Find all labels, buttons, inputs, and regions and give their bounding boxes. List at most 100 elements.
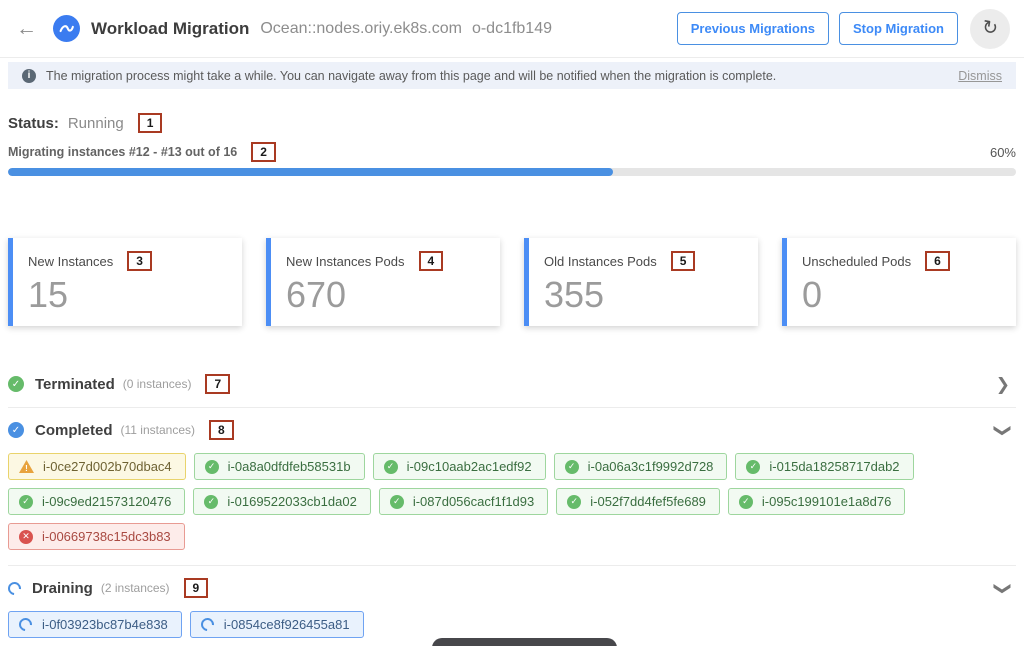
check-circle-icon: ✓ xyxy=(739,495,753,509)
instance-id: i-052f7dd4fef5fe689 xyxy=(590,494,706,509)
instance-id: i-09c9ed21573120476 xyxy=(42,494,171,509)
check-circle-green-icon: ✓ xyxy=(8,376,24,392)
card-new-instances-pods: New Instances Pods 4 670 xyxy=(266,238,500,326)
card-value: 15 xyxy=(28,275,227,315)
instance-id: i-0ce27d002b70dbac4 xyxy=(43,459,172,474)
card-value: 355 xyxy=(544,275,743,315)
instance-chip[interactable]: ✓ i-0a8a0dfdfeb58531b xyxy=(194,453,365,480)
instance-chip[interactable]: ✓i-0169522033cb1da02 xyxy=(193,488,370,515)
card-label: Old Instances Pods xyxy=(544,254,657,269)
instance-id: i-0f03923bc87b4e838 xyxy=(42,617,168,632)
progress-bar-fill xyxy=(8,168,613,176)
info-banner: i The migration process might take a whi… xyxy=(8,62,1016,89)
previous-migrations-button[interactable]: Previous Migrations xyxy=(677,12,829,45)
status-row: Status: Running 1 xyxy=(8,113,1016,133)
annotation-5: 5 xyxy=(671,251,696,271)
section-name: Draining xyxy=(32,580,93,597)
stop-migration-button[interactable]: Stop Migration xyxy=(839,12,958,45)
check-circle-icon: ✓ xyxy=(205,460,219,474)
check-circle-icon: ✓ xyxy=(204,495,218,509)
annotation-3: 3 xyxy=(127,251,152,271)
card-value: 0 xyxy=(802,275,1001,315)
chevron-down-icon[interactable]: ❯ xyxy=(994,423,1011,437)
info-icon: i xyxy=(22,69,36,83)
instance-chip[interactable]: ✓ i-09c10aab2ac1edf92 xyxy=(373,453,546,480)
check-circle-icon: ✓ xyxy=(384,460,398,474)
status-label: Status: xyxy=(8,115,59,132)
instance-chip[interactable]: ✓ i-0a06a3c1f9992d728 xyxy=(554,453,728,480)
instance-chip[interactable]: ✕ i-00669738c15dc3b83 xyxy=(8,523,185,550)
section-header[interactable]: ✓ Terminated (0 instances) 7 ❯ xyxy=(8,371,1016,397)
header: ← Workload Migration Ocean::nodes.oriy.e… xyxy=(0,0,1024,58)
card-old-instances-pods: Old Instances Pods 5 355 xyxy=(524,238,758,326)
instance-id: i-087d056cacf1f1d93 xyxy=(413,494,534,509)
instance-id: i-095c199101e1a8d76 xyxy=(762,494,891,509)
section-name: Terminated xyxy=(35,376,115,393)
migrating-instances-text: Migrating instances #12 - #13 out of 16 xyxy=(8,145,237,159)
progress-bar xyxy=(8,168,1016,176)
instance-chip[interactable]: ✓ i-052f7dd4fef5fe689 xyxy=(556,488,720,515)
section-completed: ✓ Completed (11 instances) 8 ❯ ! i-0ce27d… xyxy=(8,408,1016,566)
spinner-icon xyxy=(5,579,23,597)
section-count: (11 instances) xyxy=(121,423,195,437)
section-draining: Draining (2 instances) 9 ❯ i-0f03923bc87… xyxy=(8,566,1016,646)
completed-chips: ! i-0ce27d002b70dbac4 ✓ i-0a8a0dfdfeb58531b… xyxy=(8,453,1016,550)
annotation-4: 4 xyxy=(419,251,444,271)
card-new-instances: New Instances 3 15 xyxy=(8,238,242,326)
annotation-8: 8 xyxy=(209,420,234,440)
instance-id: i-00669738c15dc3b83 xyxy=(42,529,171,544)
instance-chip[interactable]: ✓i-015da18258717dab2 xyxy=(735,453,913,480)
summary-cards: New Instances 3 15 New Instances Pods 4 … xyxy=(8,238,1016,326)
refresh-button[interactable]: ↻ xyxy=(970,9,1010,49)
section-header[interactable]: ✓ Completed (11 instances) 8 ❯ xyxy=(8,417,1016,443)
back-arrow-icon[interactable]: ← xyxy=(16,18,37,39)
section-name: Completed xyxy=(35,422,113,439)
instance-id: i-0854ce8f926455a81 xyxy=(224,617,350,632)
check-circle-icon: ✓ xyxy=(746,460,760,474)
cluster-name: Ocean::nodes.oriy.ek8s.com xyxy=(260,20,462,38)
card-label: New Instances xyxy=(28,254,113,269)
instance-chip[interactable]: ✓ i-095c199101e1a8d76 xyxy=(728,488,905,515)
instance-chip[interactable]: i-0854ce8f926455a81 xyxy=(190,611,364,638)
instance-id: i-0a06a3c1f9992d728 xyxy=(588,459,714,474)
cluster-id: o-dc1fb149 xyxy=(472,20,552,38)
error-circle-icon: ✕ xyxy=(19,530,33,544)
section-terminated: ✓ Terminated (0 instances) 7 ❯ xyxy=(8,362,1016,408)
instance-chip[interactable]: ✓i-09c9ed21573120476 xyxy=(8,488,185,515)
card-label: New Instances Pods xyxy=(286,254,405,269)
refresh-icon: ↻ xyxy=(980,16,1000,41)
instance-chip[interactable]: ! i-0ce27d002b70dbac4 xyxy=(8,453,186,480)
annotation-9: 9 xyxy=(184,578,209,598)
instance-id: i-09c10aab2ac1edf92 xyxy=(407,459,532,474)
section-header[interactable]: Draining (2 instances) 9 ❯ xyxy=(8,575,1016,601)
page-title: Workload Migration xyxy=(91,19,249,39)
section-count: (0 instances) xyxy=(123,377,192,391)
chevron-right-icon[interactable]: ❯ xyxy=(996,376,1010,393)
check-circle-icon: ✓ xyxy=(390,495,404,509)
chevron-down-icon[interactable]: ❯ xyxy=(994,581,1011,595)
card-unscheduled-pods: Unscheduled Pods 6 0 xyxy=(782,238,1016,326)
check-circle-icon: ✓ xyxy=(567,495,581,509)
instance-sections: ✓ Terminated (0 instances) 7 ❯ ✓ Complet… xyxy=(8,362,1016,646)
annotation-1: 1 xyxy=(138,113,163,133)
workload-migration-page: ← Workload Migration Ocean::nodes.oriy.e… xyxy=(0,0,1024,646)
migration-progress-row: Migrating instances #12 - #13 out of 16 … xyxy=(8,142,1016,162)
status-value: Running xyxy=(68,115,124,132)
bottom-overlay-bar xyxy=(432,638,617,646)
warning-triangle-icon: ! xyxy=(19,460,34,473)
spinner-icon xyxy=(198,615,216,633)
banner-text: The migration process might take a while… xyxy=(46,69,776,83)
check-circle-icon: ✓ xyxy=(565,460,579,474)
ocean-wave-icon xyxy=(53,15,80,42)
draining-chips: i-0f03923bc87b4e838 i-0854ce8f926455a81 xyxy=(8,611,1016,638)
annotation-2: 2 xyxy=(251,142,276,162)
annotation-7: 7 xyxy=(205,374,230,394)
instance-chip[interactable]: ✓ i-087d056cacf1f1d93 xyxy=(379,488,548,515)
instance-chip[interactable]: i-0f03923bc87b4e838 xyxy=(8,611,182,638)
dismiss-link[interactable]: Dismiss xyxy=(958,69,1002,83)
section-count: (2 instances) xyxy=(101,581,170,595)
progress-percent: 60% xyxy=(990,145,1016,160)
card-value: 670 xyxy=(286,275,485,315)
instance-id: i-0a8a0dfdfeb58531b xyxy=(228,459,351,474)
annotation-6: 6 xyxy=(925,251,950,271)
